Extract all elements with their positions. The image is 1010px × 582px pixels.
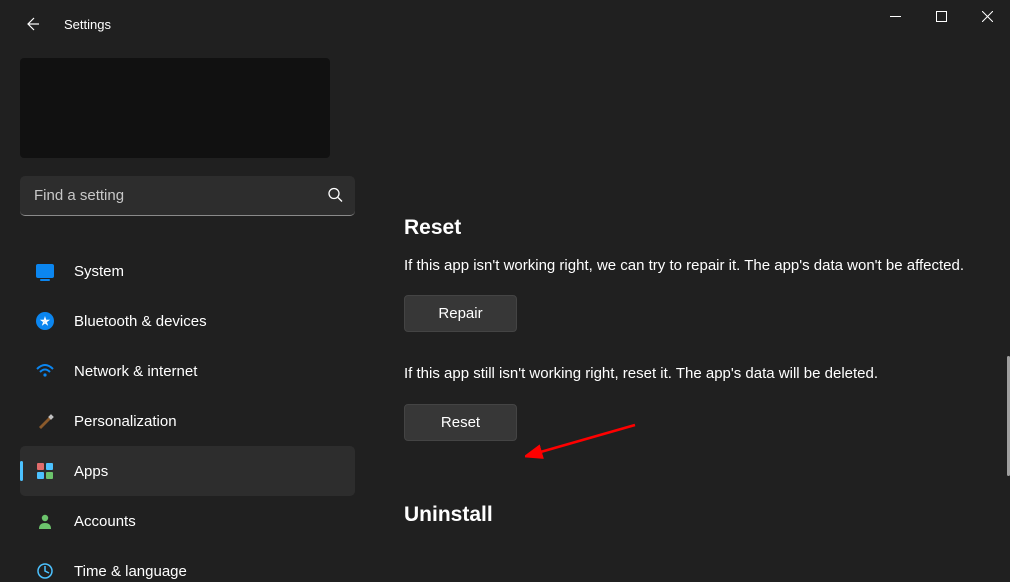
- reset-button[interactable]: Reset: [404, 404, 517, 441]
- maximize-icon: [936, 11, 947, 22]
- nav-item-accounts[interactable]: Accounts: [20, 496, 355, 546]
- repair-description: If this app isn't working right, we can …: [404, 254, 964, 277]
- nav-item-apps[interactable]: Apps: [20, 446, 355, 496]
- wifi-icon: [34, 360, 56, 382]
- nav-label: Personalization: [74, 413, 177, 430]
- nav-item-network[interactable]: Network & internet: [20, 346, 355, 396]
- main-content: Reset If this app isn't working right, w…: [404, 48, 1000, 582]
- uninstall-heading: Uninstall: [404, 503, 1000, 527]
- nav-label: Network & internet: [74, 363, 197, 380]
- sidebar: System ✯ Bluetooth & devices Network & i…: [0, 48, 370, 582]
- display-icon: [34, 260, 56, 282]
- close-icon: [982, 11, 993, 22]
- person-icon: [34, 510, 56, 532]
- nav-item-time-language[interactable]: Time & language: [20, 546, 355, 582]
- close-button[interactable]: [964, 0, 1010, 32]
- repair-button[interactable]: Repair: [404, 295, 517, 332]
- reset-description: If this app still isn't working right, r…: [404, 362, 994, 385]
- globe-clock-icon: [34, 560, 56, 582]
- window-controls: [872, 0, 1010, 32]
- nav-item-personalization[interactable]: Personalization: [20, 396, 355, 446]
- search-field-wrap: [20, 176, 355, 216]
- nav-item-bluetooth[interactable]: ✯ Bluetooth & devices: [20, 296, 355, 346]
- search-input[interactable]: [20, 176, 355, 216]
- title-bar: Settings: [0, 0, 1010, 48]
- minimize-icon: [890, 11, 901, 22]
- app-title: Settings: [64, 17, 111, 32]
- nav-label: Time & language: [74, 563, 187, 580]
- bluetooth-icon: ✯: [34, 310, 56, 332]
- nav-list: System ✯ Bluetooth & devices Network & i…: [20, 246, 355, 582]
- nav-label: System: [74, 263, 124, 280]
- nav-label: Apps: [74, 463, 108, 480]
- back-button[interactable]: [8, 0, 56, 48]
- paintbrush-icon: [34, 410, 56, 432]
- apps-icon: [34, 460, 56, 482]
- back-arrow-icon: [24, 16, 40, 32]
- minimize-button[interactable]: [872, 0, 918, 32]
- reset-heading: Reset: [404, 216, 1000, 240]
- profile-card: [20, 58, 330, 158]
- nav-item-system[interactable]: System: [20, 246, 355, 296]
- maximize-button[interactable]: [918, 0, 964, 32]
- nav-label: Bluetooth & devices: [74, 313, 207, 330]
- nav-label: Accounts: [74, 513, 136, 530]
